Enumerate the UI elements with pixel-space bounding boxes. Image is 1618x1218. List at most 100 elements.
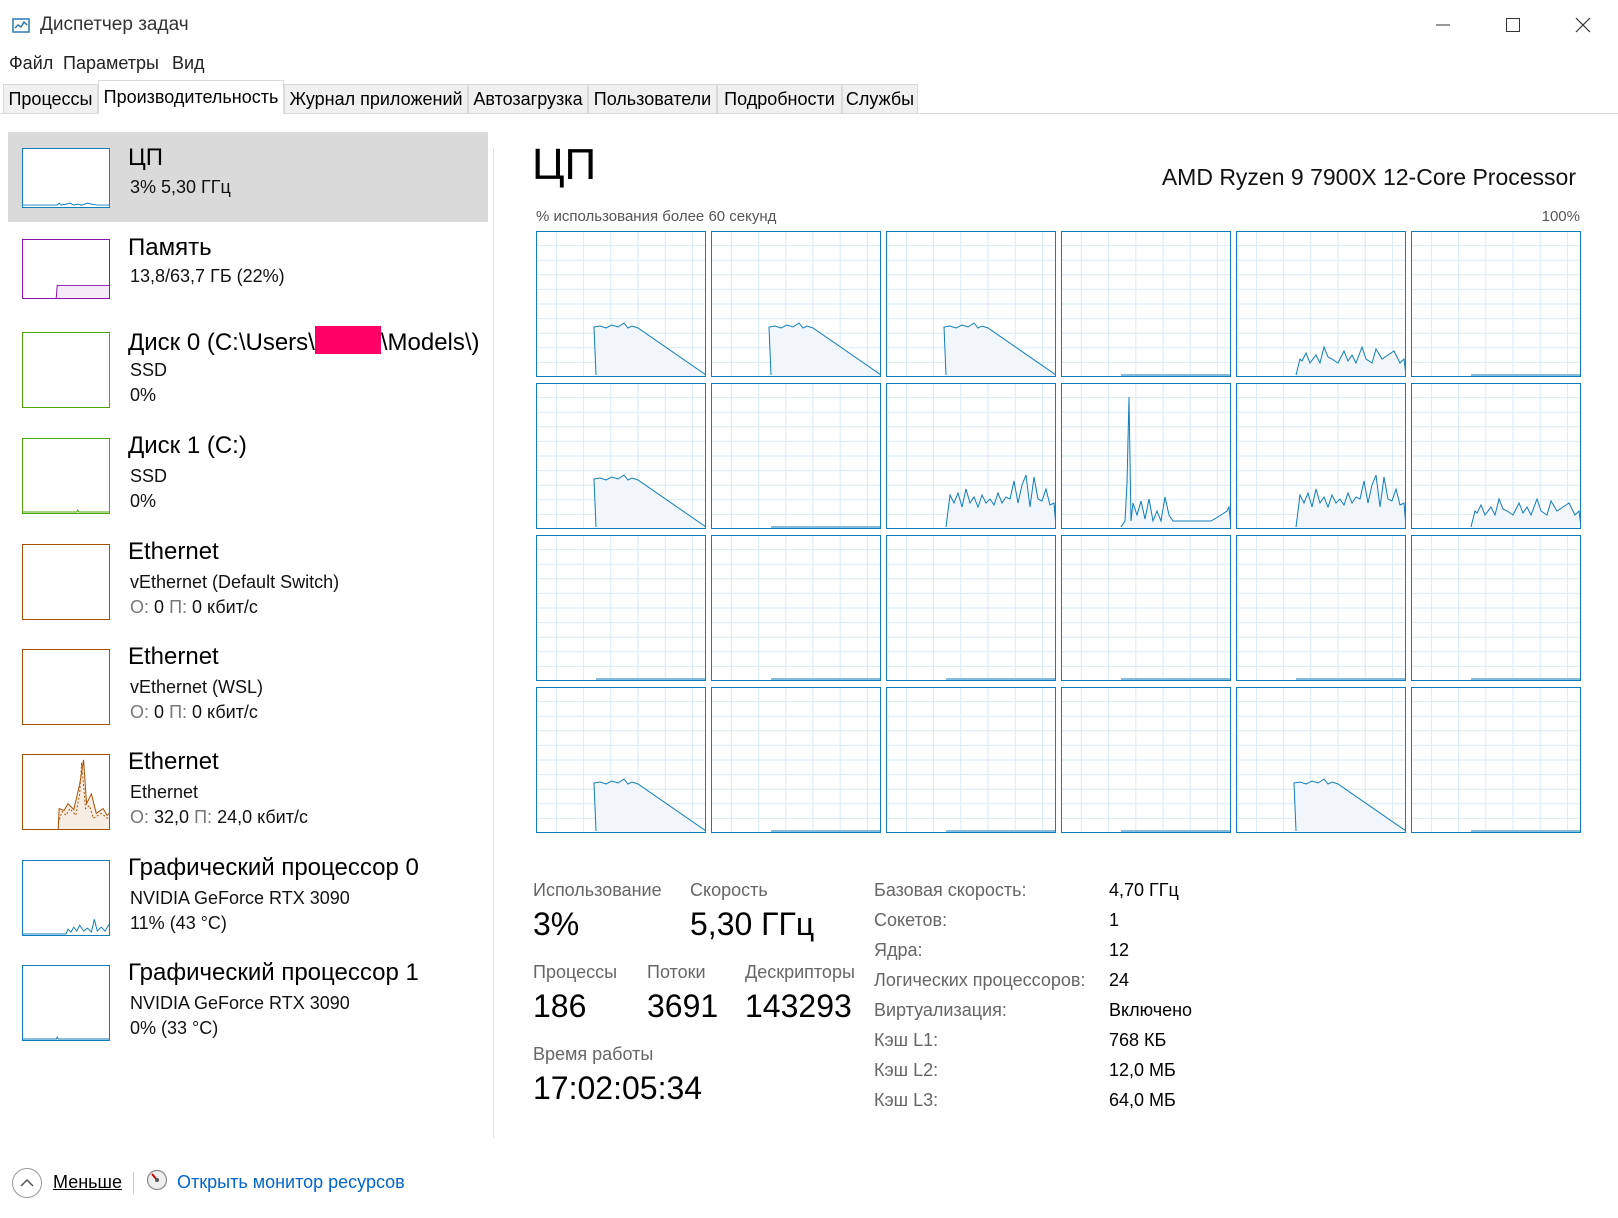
logical-processor-graph: [1236, 687, 1406, 833]
close-icon: [1575, 17, 1591, 33]
sidebar-disk1-type: SSD: [130, 466, 168, 486]
sidebar-item-gpu0[interactable]: Графический процессор 0 NVIDIA GeForce R…: [8, 844, 488, 944]
sidebar-ethernet-throughput: О: 32,0 П: 24,0 кбит/с: [130, 807, 308, 827]
sidebar-ethernet-wsl-adapter: vEthernet (WSL): [130, 677, 264, 697]
sidebar-item-memory[interactable]: Память 13,8/63,7 ГБ (22%): [8, 224, 488, 314]
sidebar-ethernet-wsl-title: Ethernet: [128, 643, 219, 670]
sidebar-cpu-title: ЦП: [128, 144, 164, 171]
speed-label: Скорость: [690, 880, 768, 900]
sidebar-item-ethernet[interactable]: Ethernet Ethernet О: 32,0 П: 24,0 кбит/с: [8, 738, 488, 838]
chevron-up-icon: [20, 1178, 34, 1187]
threads-label: Потоки: [647, 962, 706, 982]
sidebar-item-gpu1[interactable]: Графический процессор 1 NVIDIA GeForce R…: [8, 949, 488, 1049]
logical-processor-graph: [711, 383, 881, 529]
logical-processor-graph: [1236, 383, 1406, 529]
sidebar-item-ethernet-default[interactable]: Ethernet vEthernet (Default Switch) О: 0…: [8, 528, 488, 628]
tab-users[interactable]: Пользователи: [588, 84, 717, 113]
page-title: ЦП: [532, 140, 597, 189]
panel-divider[interactable]: [493, 148, 494, 1138]
handles-label: Дескрипторы: [745, 962, 855, 982]
info-label: Кэш L3:: [874, 1090, 939, 1110]
footer-bar: Меньше Открыть монитор ресурсов: [0, 1160, 1618, 1210]
tab-services[interactable]: Службы: [842, 84, 918, 113]
sidebar-disk1-title: Диск 1 (C:): [128, 432, 247, 459]
tab-details[interactable]: Подробности: [717, 84, 842, 113]
tab-startup[interactable]: Автозагрузка: [468, 84, 588, 113]
sidebar-item-ethernet-wsl[interactable]: Ethernet vEthernet (WSL) О: 0 П: 0 кбит/…: [8, 633, 488, 733]
sidebar-ethernet-wsl-throughput: О: 0 П: 0 кбит/с: [130, 702, 258, 722]
sidebar-ethernet-adapter: Ethernet: [130, 782, 199, 802]
usage-value: 3%: [533, 906, 580, 942]
sidebar-disk0-type: SSD: [130, 360, 168, 380]
info-label: Виртуализация:: [874, 1000, 1007, 1020]
info-label: Сокетов:: [874, 910, 948, 930]
info-value: 12,0 МБ: [1109, 1060, 1176, 1080]
logical-processor-graph: [1411, 231, 1581, 377]
sidebar-ethernet-default-title: Ethernet: [128, 538, 219, 565]
sidebar-gpu1-model: NVIDIA GeForce RTX 3090: [130, 993, 350, 1013]
menu-bar: Файл Параметры Вид: [0, 50, 1618, 80]
sidebar-gpu1-title: Графический процессор 1: [128, 959, 419, 986]
ethernet-default-mini-graph: [22, 544, 110, 620]
info-label: Базовая скорость:: [874, 880, 1027, 900]
resource-monitor-icon[interactable]: [146, 1169, 168, 1191]
disk1-mini-graph: [22, 438, 110, 514]
info-value: 64,0 МБ: [1109, 1090, 1176, 1110]
task-manager-icon: [12, 18, 30, 33]
sidebar-memory-title: Память: [128, 234, 212, 261]
menu-file[interactable]: Файл: [9, 53, 53, 74]
logical-processor-graph: [1411, 687, 1581, 833]
sidebar-cpu-usage: 3% 5,30 ГГц: [130, 177, 231, 197]
sidebar-gpu1-usage: 0% (33 °C): [130, 1018, 219, 1038]
info-label: Кэш L1:: [874, 1030, 939, 1050]
footer-separator: [133, 1172, 134, 1194]
tab-app-history[interactable]: Журнал приложений: [284, 84, 468, 113]
sidebar-disk1-usage: 0%: [130, 491, 157, 511]
sidebar-ethernet-default-adapter: vEthernet (Default Switch): [130, 572, 340, 592]
logical-processor-graph: [536, 383, 706, 529]
sidebar-disk0-title: Диск 0 (C:\Users\ \Models\): [128, 326, 480, 357]
logical-processor-graph: [1061, 383, 1231, 529]
minimize-button[interactable]: [1410, 0, 1476, 50]
menu-view[interactable]: Вид: [172, 53, 205, 74]
processes-value: 186: [533, 988, 587, 1024]
open-resource-monitor-link[interactable]: Открыть монитор ресурсов: [177, 1172, 405, 1193]
sidebar-item-cpu[interactable]: ЦП 3% 5,30 ГГц: [8, 132, 488, 222]
logical-processor-graph: [536, 231, 706, 377]
disk0-mini-graph: [22, 332, 110, 408]
sidebar-disk0-usage: 0%: [130, 385, 157, 405]
info-label: Кэш L2:: [874, 1060, 939, 1080]
logical-processor-graph: [536, 687, 706, 833]
logical-processor-graph: [1061, 231, 1231, 377]
logical-processor-graph: [711, 687, 881, 833]
logical-processor-graph: [711, 535, 881, 681]
info-value: 768 КБ: [1109, 1030, 1167, 1050]
graph-max-label: 100%: [1541, 208, 1580, 225]
sidebar-gpu0-model: NVIDIA GeForce RTX 3090: [130, 888, 350, 908]
logical-processor-graph: [886, 231, 1056, 377]
sidebar-item-disk1[interactable]: Диск 1 (C:) SSD 0%: [8, 422, 488, 522]
tab-performance[interactable]: Производительность: [98, 80, 284, 114]
sidebar-gpu0-usage: 11% (43 °C): [130, 913, 227, 933]
menu-options[interactable]: Параметры: [63, 53, 159, 74]
fewer-details-label[interactable]: Меньше: [53, 1172, 122, 1193]
fewer-details-button[interactable]: [12, 1168, 42, 1198]
info-value: 4,70 ГГц: [1109, 880, 1179, 900]
logical-processor-graph: [1061, 535, 1231, 681]
tab-processes[interactable]: Процессы: [3, 84, 98, 113]
info-value: Включено: [1109, 1000, 1193, 1020]
close-button[interactable]: [1550, 0, 1616, 50]
cpu-model-name: AMD Ryzen 9 7900X 12-Core Processor: [1161, 164, 1576, 190]
logical-processor-graph: [1411, 535, 1581, 681]
logical-processor-graph: [1236, 535, 1406, 681]
sidebar-item-disk0[interactable]: Диск 0 (C:\Users\ \Models\) SSD 0%: [8, 316, 488, 416]
maximize-icon: [1506, 18, 1520, 32]
logical-processor-graph: [1061, 687, 1231, 833]
sidebar-ethernet-default-throughput: О: 0 П: 0 кбит/с: [130, 597, 258, 617]
logical-processor-graph: [1236, 231, 1406, 377]
gpu1-mini-graph: [22, 965, 110, 1041]
title-bar: Диспетчер задач: [0, 0, 1618, 50]
logical-processor-graph: [711, 231, 881, 377]
speed-value: 5,30 ГГц: [690, 906, 815, 942]
maximize-button[interactable]: [1480, 0, 1546, 50]
